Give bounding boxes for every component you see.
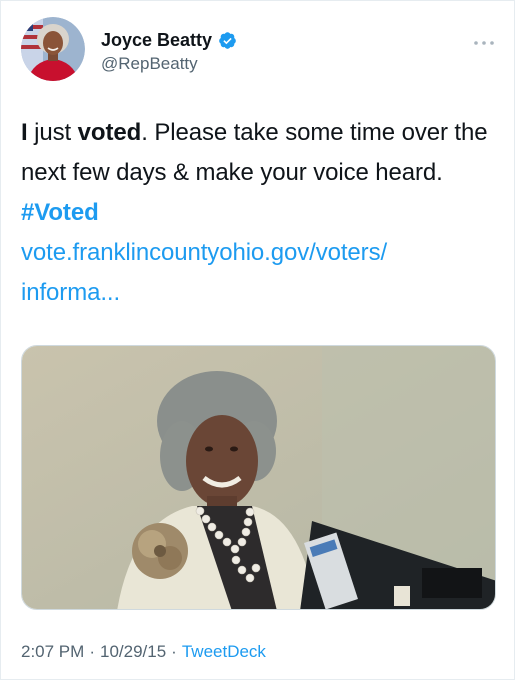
author-handle[interactable]: @RepBeatty xyxy=(101,54,237,74)
display-name[interactable]: Joyce Beatty xyxy=(101,30,212,51)
url-link-line2[interactable]: informa... xyxy=(21,279,120,306)
author-names: Joyce Beatty @RepBeatty xyxy=(101,27,237,74)
tweet-text-bold-i: I xyxy=(21,119,28,146)
tweet-text-bold-voted: voted xyxy=(77,119,142,146)
tweet-card: Joyce Beatty @RepBeatty I just voted. Pl… xyxy=(0,0,515,680)
tweet-footer: 2:07 PM · 10/29/15 · TweetDeck xyxy=(21,642,266,662)
tweet-text-segment: just xyxy=(27,119,78,146)
tweet-date[interactable]: 10/29/15 xyxy=(100,642,166,661)
footer-separator: · xyxy=(89,642,95,661)
tweet-photo[interactable] xyxy=(21,345,496,610)
tweet-header: Joyce Beatty @RepBeatty xyxy=(21,17,496,87)
verified-badge-icon xyxy=(218,31,237,50)
avatar-photo-icon xyxy=(21,17,85,81)
tweet-source-link[interactable]: TweetDeck xyxy=(182,642,266,661)
url-link-line1[interactable]: vote.franklincountyohio.gov/voters/ xyxy=(21,239,387,266)
display-name-row: Joyce Beatty xyxy=(101,27,237,53)
footer-separator: · xyxy=(171,642,177,661)
more-options-icon[interactable] xyxy=(472,35,496,45)
avatar[interactable] xyxy=(21,17,85,81)
hashtag-link[interactable]: #Voted xyxy=(21,199,99,226)
photo-woman-at-voting-machine-icon xyxy=(22,346,495,609)
tweet-text: I just voted. Please take some time over… xyxy=(21,113,491,313)
tweet-time[interactable]: 2:07 PM xyxy=(21,642,84,661)
